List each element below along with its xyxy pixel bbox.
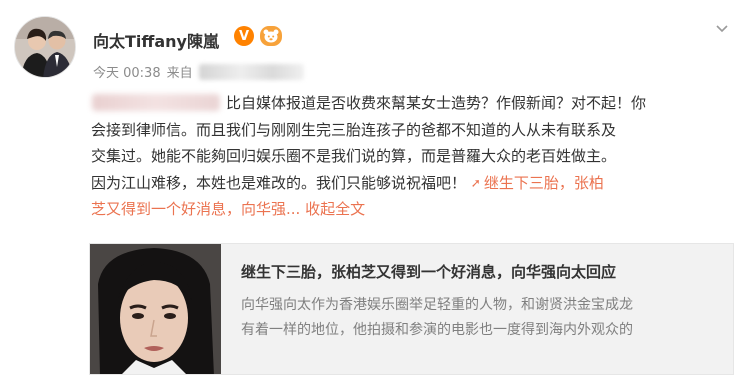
collapse-button[interactable]: 收起全文 (305, 200, 365, 218)
post-content: 比自媒体报道是否收费來幫某女士造势？作假新闻？对不起！你 会接到律师信。而且我们… (91, 90, 731, 223)
post-meta: 今天 00:38 来自 (93, 62, 304, 81)
post-line: 比自媒体报道是否收费來幫某女士造势？作假新闻？对不起！你 (226, 94, 647, 112)
link-arrow-icon: ➚ (470, 175, 481, 190)
member-badge-icon[interactable] (260, 26, 282, 46)
article-desc-line: 向华强向太作为香港娱乐圈举足轻重的人物，和谢贤洪金宝成龙 (241, 297, 633, 313)
topic-link[interactable]: ➚ 继生下三胎，张柏 (471, 174, 604, 192)
topic-link-text: 继生下三胎，张柏 (483, 173, 604, 192)
article-title[interactable]: 继生下三胎，张柏芝又得到一个好消息，向华强向太回应 (241, 261, 616, 282)
avatar[interactable] (14, 16, 76, 78)
post-line: 因为江山难移，本姓也是难改的。我们只能够说祝福吧！ ➚ 继生下三胎，张柏 (91, 170, 731, 197)
post-line-text: 因为江山难移，本姓也是难改的。我们只能够说祝福吧！ (91, 173, 467, 192)
username[interactable]: 向太Tiffany陳嵐 (93, 28, 219, 52)
post-line: 交集过。她能不能夠回归娱乐圈不是我们说的算，而是普羅大众的老百姓做主。 (91, 147, 617, 165)
chevron-down-icon[interactable] (714, 20, 730, 36)
badges: V (234, 26, 282, 46)
article-thumbnail (90, 244, 221, 374)
article-desc-line: 有着一样的地位，他拍摄和参演的电影也一度得到海内外观众的 (241, 322, 633, 338)
verified-badge-icon[interactable]: V (234, 26, 254, 46)
post-time[interactable]: 今天 00:38 (93, 62, 161, 81)
weibo-post: 向太Tiffany陳嵐 V 今天 00:38 来自 比自媒体报道是否收费來幫某女 (0, 0, 744, 389)
source-blurred (198, 63, 304, 80)
source-prefix: 来自 (166, 66, 193, 81)
post-line: 芝又得到一个好消息，向华强... 收起全文 (91, 196, 731, 223)
article-description: 向华强向太作为香港娱乐圈举足轻重的人物，和谢贤洪金宝成龙 有着一样的地位，他拍摄… (241, 293, 721, 343)
post-line: 会接到律师信。而且我们与刚刚生完三胎连孩子的爸都不知道的人从未有联系及 (91, 120, 617, 139)
article-card[interactable]: 继生下三胎，张柏芝又得到一个好消息，向华强向太回应 向华强向太作为香港娱乐圈举足… (89, 243, 734, 375)
topic-link-continued[interactable]: 芝又得到一个好消息，向华强... (91, 200, 300, 218)
